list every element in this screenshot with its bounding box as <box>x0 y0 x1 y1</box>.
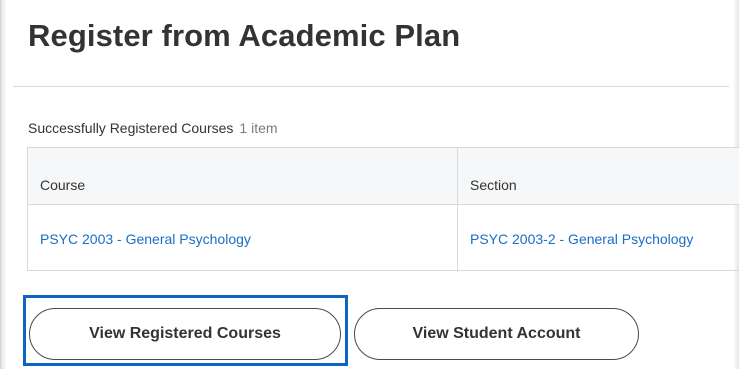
item-count: 1 item <box>239 120 278 136</box>
view-registered-courses-button[interactable]: View Registered Courses <box>29 308 341 360</box>
title-divider <box>13 86 729 87</box>
column-header-section: Section <box>470 177 517 193</box>
page-title: Register from Academic Plan <box>28 18 461 53</box>
course-link[interactable]: PSYC 2003 - General Psychology <box>40 231 251 247</box>
registered-courses-table: Course Section PSYC 2003 - General Psych… <box>27 147 739 272</box>
table-header-row <box>28 148 739 205</box>
view-student-account-button[interactable]: View Student Account <box>354 308 639 360</box>
column-divider <box>457 148 458 272</box>
column-header-course: Course <box>40 177 86 193</box>
section-link[interactable]: PSYC 2003-2 - General Psychology <box>470 231 693 247</box>
section-header: Successfully Registered Courses 1 item <box>28 120 278 136</box>
register-panel: Register from Academic Plan Successfully… <box>0 0 739 369</box>
section-title: Successfully Registered Courses <box>28 120 234 136</box>
panel-shadow-left <box>1 0 7 369</box>
